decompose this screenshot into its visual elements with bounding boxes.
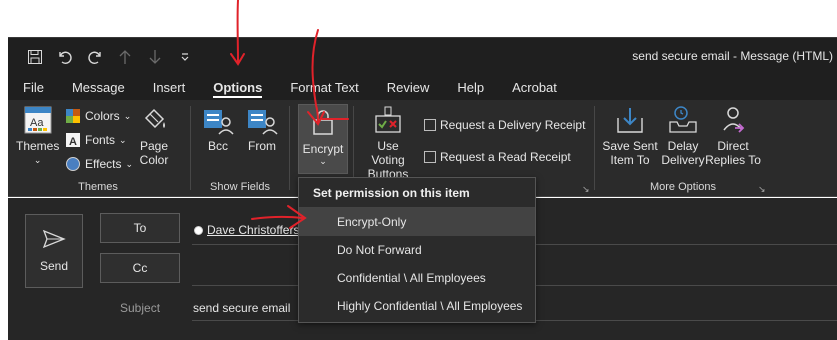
- save-sent-item-button[interactable]: Save Sent Item To: [602, 104, 658, 167]
- chevron-down-icon: ⌄: [319, 156, 327, 166]
- bcc-label: Bcc: [207, 139, 228, 153]
- direct-replies-button[interactable]: Direct Replies To: [705, 104, 761, 167]
- tab-message[interactable]: Message: [72, 74, 125, 100]
- title-bar: send secure email - Message (HTML): [8, 37, 837, 74]
- tab-file[interactable]: File: [23, 74, 44, 100]
- fonts-icon: A: [66, 133, 80, 148]
- to-button[interactable]: To: [100, 213, 180, 243]
- chevron-down-icon: ⌄: [125, 158, 134, 169]
- effects-icon: [66, 157, 80, 171]
- delay-delivery-button[interactable]: Delay Delivery: [661, 104, 705, 167]
- paint-bucket-icon: [144, 108, 165, 129]
- themes-group-label: Themes: [78, 181, 118, 193]
- page-color-label-1: Page: [139, 139, 169, 153]
- group-divider: [190, 106, 191, 190]
- fonts-label: Fonts: [85, 133, 116, 147]
- colors-label: Colors: [85, 109, 120, 123]
- menu-item-do-not-forward[interactable]: Do Not Forward: [299, 236, 535, 264]
- svg-text:Aa: Aa: [30, 117, 44, 129]
- tab-review[interactable]: Review: [387, 74, 430, 100]
- read-receipt-label: Request a Read Receipt: [440, 150, 571, 164]
- redo-icon[interactable]: [86, 48, 104, 66]
- menu-item-confidential[interactable]: Confidential \ All Employees: [299, 264, 535, 292]
- ribbon-tab-bar: File Message Insert Options Format Text …: [8, 74, 837, 100]
- checkbox-icon[interactable]: [424, 119, 436, 131]
- down-arrow-icon[interactable]: [146, 48, 164, 66]
- effects-label: Effects: [85, 157, 122, 171]
- svg-text:A: A: [69, 136, 77, 148]
- chevron-down-icon: ⌄: [119, 134, 127, 145]
- presence-icon: [194, 225, 203, 235]
- tab-acrobat[interactable]: Acrobat: [512, 74, 557, 100]
- use-voting-buttons-button[interactable]: Use Voting Buttons: [360, 104, 416, 181]
- checkbox-icon[interactable]: [424, 151, 436, 163]
- tab-help[interactable]: Help: [457, 74, 484, 100]
- bcc-icon: [204, 110, 234, 135]
- themes-icon: Aa: [24, 106, 52, 134]
- themes-label: Themes: [16, 139, 60, 153]
- delay-delivery-icon: [669, 106, 697, 133]
- send-label: Send: [39, 259, 69, 273]
- envelope-lock-icon: [313, 110, 333, 135]
- from-label: From: [248, 139, 276, 153]
- bcc-button[interactable]: Bcc: [201, 104, 235, 153]
- save-icon[interactable]: [26, 48, 44, 66]
- group-divider: [594, 106, 595, 190]
- voting-icon: [375, 106, 401, 133]
- save-sent-icon: [617, 108, 643, 133]
- colors-icon: [66, 109, 80, 123]
- from-icon: [248, 110, 278, 135]
- cc-button[interactable]: Cc: [100, 253, 180, 283]
- menu-item-encrypt-only[interactable]: Encrypt-Only: [299, 208, 535, 236]
- show-fields-group-label: Show Fields: [210, 181, 270, 193]
- encrypt-label: Encrypt: [302, 142, 344, 156]
- chevron-down-icon: ⌄: [123, 110, 132, 121]
- page-color-button[interactable]: Page Color: [138, 104, 170, 167]
- dialog-launcher-icon[interactable]: ↘: [582, 184, 590, 195]
- delivery-receipt-checkbox[interactable]: Request a Delivery Receipt: [424, 118, 585, 132]
- read-receipt-checkbox[interactable]: Request a Read Receipt: [424, 150, 571, 164]
- more-options-group-label: More Options: [649, 181, 717, 193]
- up-arrow-icon[interactable]: [116, 48, 134, 66]
- chevron-down-icon: ⌄: [33, 155, 42, 165]
- effects-button[interactable]: Effects ⌄: [65, 156, 133, 172]
- undo-icon[interactable]: [56, 48, 74, 66]
- customize-icon[interactable]: [176, 48, 194, 66]
- voting-label-1: Use Voting: [371, 139, 405, 167]
- window-title: send secure email - Message (HTML): [632, 49, 833, 63]
- send-button[interactable]: Send: [25, 214, 83, 288]
- tab-insert[interactable]: Insert: [153, 74, 186, 100]
- page-color-label-2: Color: [139, 153, 169, 167]
- tab-format-text[interactable]: Format Text: [290, 74, 358, 100]
- encrypt-button[interactable]: Encrypt ⌄: [298, 104, 348, 174]
- dialog-launcher-icon[interactable]: ↘: [758, 184, 766, 195]
- delay-label-1: Delay: [667, 139, 699, 153]
- group-divider: [289, 106, 290, 190]
- direct-label-2: Replies To: [705, 153, 761, 167]
- fonts-button[interactable]: A Fonts ⌄: [65, 132, 127, 148]
- send-icon: [42, 229, 66, 249]
- subject-label: Subject: [120, 301, 161, 315]
- delay-label-2: Delivery: [661, 153, 705, 167]
- colors-button[interactable]: Colors ⌄: [65, 108, 131, 124]
- dropdown-header: Set permission on this item: [299, 178, 535, 208]
- tab-options[interactable]: Options: [213, 74, 263, 100]
- quick-access-toolbar: [8, 38, 194, 75]
- encrypt-dropdown-menu: Set permission on this item Encrypt-Only…: [298, 177, 536, 323]
- from-button[interactable]: From: [244, 104, 280, 153]
- direct-replies-icon: [723, 107, 745, 133]
- themes-button[interactable]: Aa Themes ⌄: [16, 104, 59, 167]
- recipient-name[interactable]: Dave Christoffers: [207, 223, 299, 237]
- save-sent-label-1: Save Sent: [602, 139, 658, 153]
- save-sent-label-2: Item To: [610, 153, 650, 167]
- menu-item-highly-confidential[interactable]: Highly Confidential \ All Employees: [299, 292, 535, 320]
- delivery-receipt-label: Request a Delivery Receipt: [440, 118, 586, 132]
- subject-input[interactable]: send secure email: [193, 301, 290, 315]
- direct-label-1: Direct: [717, 139, 749, 153]
- to-field[interactable]: Dave Christoffers: [194, 223, 299, 237]
